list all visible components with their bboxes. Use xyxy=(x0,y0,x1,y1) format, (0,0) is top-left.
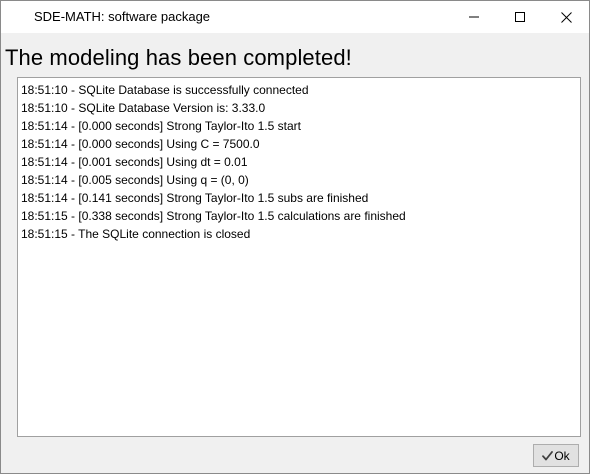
completion-heading: The modeling has been completed! xyxy=(5,45,352,70)
close-icon xyxy=(560,11,572,23)
dialog-window: SDE-MATH: software package The modeling … xyxy=(0,0,590,474)
maximize-button[interactable] xyxy=(497,1,543,33)
minimize-icon xyxy=(469,16,479,18)
log-line: 18:51:10 - SQLite Database is successful… xyxy=(21,83,309,97)
log-line: 18:51:15 - The SQLite connection is clos… xyxy=(21,227,251,241)
checkmark-icon xyxy=(542,450,554,460)
maximize-icon xyxy=(515,12,525,22)
log-line: 18:51:14 - [0.141 seconds] Strong Taylor… xyxy=(21,191,369,205)
title-bar[interactable]: SDE-MATH: software package xyxy=(1,1,589,33)
log-text-area[interactable]: 18:51:10 - SQLite Database is successful… xyxy=(17,77,581,437)
window-title: SDE-MATH: software package xyxy=(34,9,211,24)
close-button[interactable] xyxy=(543,1,589,33)
log-line: 18:51:15 - [0.338 seconds] Strong Taylor… xyxy=(21,209,406,223)
log-line: 18:51:14 - [0.005 seconds] Using q = (0,… xyxy=(21,173,249,187)
log-line: 18:51:10 - SQLite Database Version is: 3… xyxy=(21,101,266,115)
log-line: 18:51:14 - [0.001 seconds] Using dt = 0.… xyxy=(21,155,248,169)
log-line: 18:51:14 - [0.000 seconds] Using C = 750… xyxy=(21,137,260,151)
minimize-button[interactable] xyxy=(451,1,497,33)
log-line: 18:51:14 - [0.000 seconds] Strong Taylor… xyxy=(21,119,301,133)
ok-button[interactable]: Ok xyxy=(533,444,579,467)
ok-button-label: Ok xyxy=(554,448,570,463)
